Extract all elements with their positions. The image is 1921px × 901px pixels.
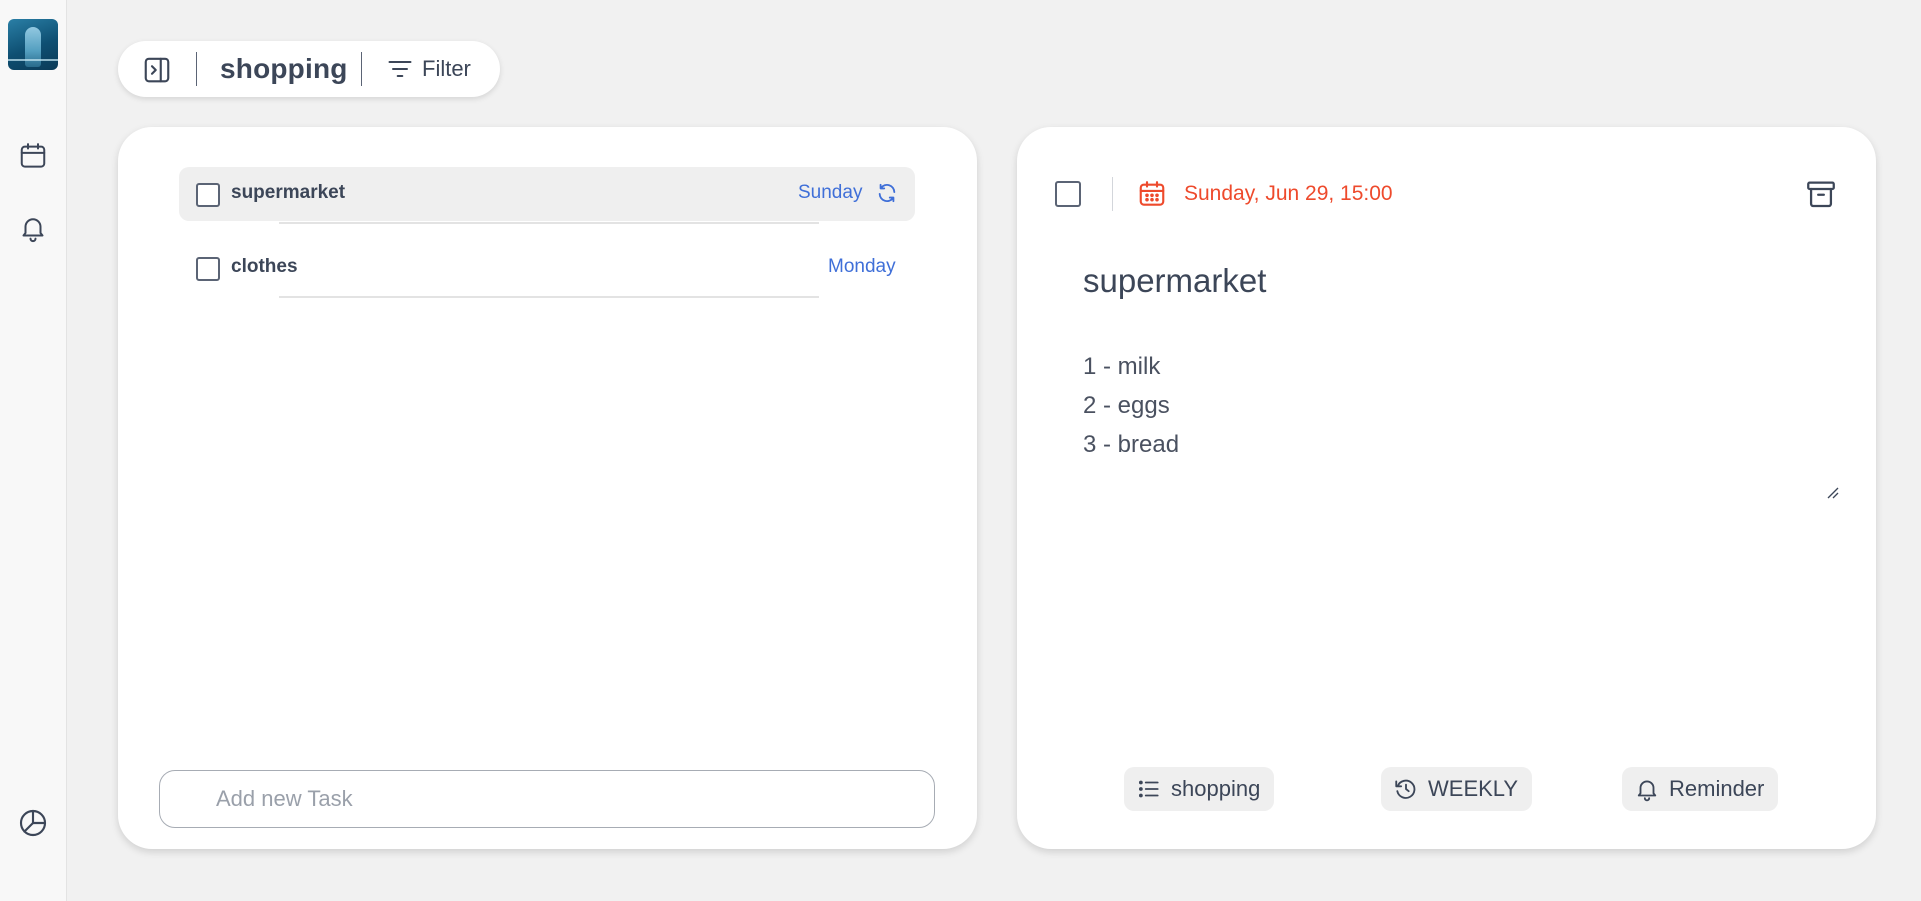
add-task-input[interactable]	[159, 770, 935, 828]
task-notes[interactable]: 1 - milk 2 - eggs 3 - bread	[1083, 347, 1803, 464]
row-divider	[279, 222, 819, 224]
reminder-chip[interactable]: Reminder	[1622, 767, 1779, 811]
avatar-band	[8, 59, 58, 61]
task-checkbox[interactable]	[196, 183, 220, 207]
avatar-figure	[25, 27, 41, 67]
repeat-chip-label: WEEKLY	[1428, 776, 1519, 801]
detail-complete-checkbox[interactable]	[1055, 181, 1081, 207]
filter-icon	[388, 61, 412, 77]
row-divider	[279, 296, 819, 298]
repeat-icon	[878, 183, 896, 203]
task-name: clothes	[231, 256, 298, 277]
due-date-text[interactable]: Sunday, Jun 29, 15:00	[1184, 182, 1393, 206]
task-date: Monday	[828, 256, 896, 277]
task-name: supermarket	[231, 182, 346, 203]
bell-icon	[1637, 780, 1657, 802]
list-chip-label: shopping	[1171, 776, 1261, 801]
note-line: 1 - milk	[1083, 353, 1161, 380]
detail-title[interactable]: supermarket	[1083, 262, 1266, 300]
list-header: shopping Filter	[118, 41, 500, 97]
task-row[interactable]: clothes Monday	[179, 241, 915, 298]
list-chip[interactable]: shopping	[1124, 767, 1275, 811]
archive-icon[interactable]	[1804, 177, 1838, 211]
header-divider	[361, 52, 362, 86]
task-row[interactable]: supermarket Sunday	[179, 167, 915, 224]
due-date-calendar-icon[interactable]	[1137, 179, 1167, 209]
note-line: 2 - eggs	[1083, 392, 1170, 419]
avatar[interactable]	[8, 19, 58, 70]
sidebar	[0, 0, 67, 901]
list-title: shopping	[220, 53, 348, 84]
filter-button[interactable]: Filter	[386, 55, 471, 83]
calendar-icon[interactable]	[17, 140, 49, 172]
list-icon	[1138, 780, 1159, 798]
task-checkbox[interactable]	[196, 257, 220, 281]
reminder-chip-label: Reminder	[1669, 776, 1765, 801]
detail-divider	[1112, 177, 1113, 211]
pie-chart-icon[interactable]	[17, 807, 49, 839]
filter-label: Filter	[422, 56, 471, 81]
task-detail-panel: Sunday, Jun 29, 15:00 supermarket 1 - mi…	[1017, 127, 1876, 849]
header-divider	[196, 52, 197, 86]
resize-handle[interactable]	[1825, 485, 1839, 499]
task-list-panel: supermarket Sunday clothes Monday	[118, 127, 977, 849]
repeat-clock-icon	[1395, 779, 1416, 799]
note-line: 3 - bread	[1083, 431, 1180, 458]
repeat-chip[interactable]: WEEKLY	[1381, 767, 1533, 811]
task-date: Sunday	[798, 182, 863, 203]
sidebar-toggle-icon[interactable]	[142, 55, 172, 85]
bell-icon[interactable]	[17, 212, 49, 244]
